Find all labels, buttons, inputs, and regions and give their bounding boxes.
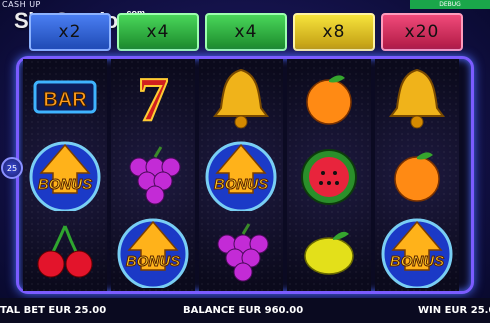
- multiplier-reel-5: x20: [381, 13, 463, 51]
- bonus-symbol-icon: BONUS: [23, 136, 107, 214]
- bonus-symbol-icon: BONUS: [111, 213, 195, 291]
- paylines-indicator[interactable]: 25: [1, 157, 23, 179]
- bonus-symbol-icon: BONUS: [375, 213, 459, 291]
- bonus-symbol-label: BONUS: [38, 176, 92, 193]
- lemon-symbol-icon: [287, 213, 371, 291]
- bonus-symbol-label: BONUS: [214, 176, 268, 193]
- bell-symbol-icon: [375, 59, 459, 137]
- multiplier-label: x4: [234, 22, 258, 42]
- multiplier-reel-4: x8: [293, 13, 375, 51]
- multiplier-label: x2: [58, 22, 82, 42]
- multiplier-reel-1: x2: [29, 13, 111, 51]
- multiplier-label: x20: [404, 22, 440, 42]
- orange-symbol-icon: [287, 59, 371, 137]
- bonus-symbol-label: BONUS: [390, 253, 444, 270]
- grapes-symbol-icon: [111, 136, 195, 214]
- win-readout: WIN EUR 25.0: [418, 305, 490, 316]
- multiplier-label: x4: [146, 22, 170, 42]
- bell-symbol-icon: [199, 59, 283, 137]
- bar-symbol-icon: BAR: [23, 59, 107, 137]
- multiplier-label: x8: [322, 22, 346, 42]
- cherries-symbol-icon: [23, 213, 107, 291]
- multiplier-reel-3: x4: [205, 13, 287, 51]
- bonus-symbol-label: BONUS: [126, 253, 180, 270]
- bonus-symbol-icon: BONUS: [199, 136, 283, 214]
- multiplier-reel-2: x4: [117, 13, 199, 51]
- seven-symbol-label: 7: [138, 66, 169, 134]
- bar-symbol-label: BAR: [43, 89, 87, 111]
- watermelon-symbol-icon: [287, 136, 371, 214]
- grapes-symbol-icon: [199, 213, 283, 291]
- seven-symbol-icon: 7: [111, 59, 195, 137]
- debug-badge[interactable]: DEBUG: [410, 0, 490, 9]
- total-bet-readout[interactable]: TAL BET EUR 25.00: [0, 305, 106, 316]
- balance-readout: BALANCE EUR 960.00: [183, 305, 304, 316]
- orange-symbol-icon: [375, 136, 459, 214]
